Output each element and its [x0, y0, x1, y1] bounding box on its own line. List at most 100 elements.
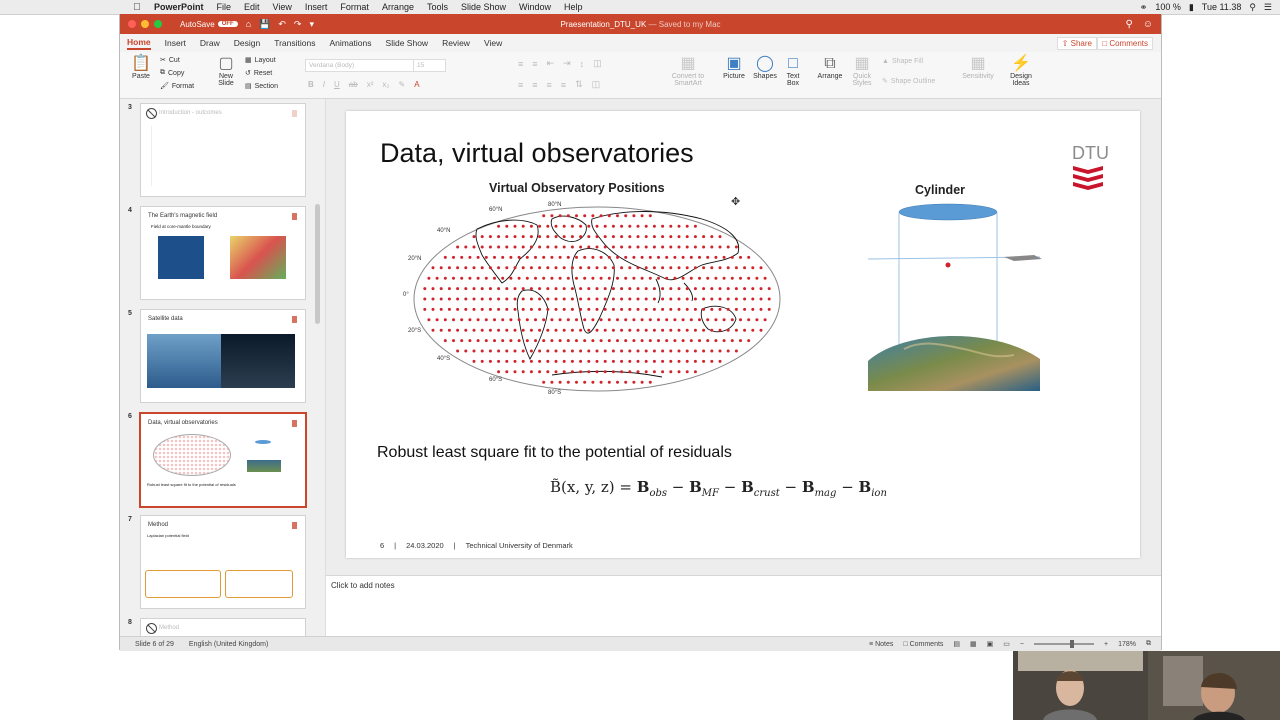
quick-styles-button[interactable]: ▦ Quick Styles [848, 55, 876, 87]
fit-to-window-icon[interactable]: ⧉ [1146, 640, 1151, 648]
justify-icon[interactable]: ≡ [561, 80, 566, 90]
tab-slide-show[interactable]: Slide Show [386, 38, 429, 48]
menu-edit[interactable]: Edit [244, 2, 260, 12]
slide-sorter-icon[interactable]: ▦ [970, 640, 977, 648]
home-icon[interactable]: ⌂ [246, 19, 251, 29]
text-direction-icon[interactable]: ⇅ [575, 79, 583, 90]
spotlight-search-icon[interactable]: ⚲ [1249, 2, 1256, 13]
slide-title[interactable]: Data, virtual observatories [380, 138, 694, 169]
copy-button[interactable]: ⧉ Copy [160, 69, 184, 77]
zoom-slider[interactable] [1034, 640, 1094, 648]
align-text-icon[interactable]: ◫ [592, 79, 601, 90]
align-center-icon[interactable]: ≡ [532, 80, 537, 90]
italic-icon[interactable]: I [323, 80, 325, 89]
superscript-icon[interactable]: x² [367, 80, 374, 89]
undo-icon[interactable]: ↶ [278, 19, 286, 30]
numbering-icon[interactable]: ≡ [532, 59, 537, 69]
menu-help[interactable]: Help [564, 2, 583, 12]
decrease-indent-icon[interactable]: ⇤ [547, 58, 555, 69]
tab-insert[interactable]: Insert [165, 38, 186, 48]
virtual-observatory-map[interactable]: 60°N 40°N 20°N 0° 20°S 40°S 60°S 80°N 80… [402, 199, 842, 409]
apple-icon[interactable]:  [130, 2, 144, 13]
textbox-button[interactable]: □ Text Box [781, 55, 805, 87]
tab-view[interactable]: View [484, 38, 502, 48]
notes-toggle[interactable]: ≡ Notes [869, 641, 893, 648]
paste-button[interactable]: 📋 Paste [128, 55, 154, 80]
tab-draw[interactable]: Draw [200, 38, 220, 48]
format-painter-button[interactable]: 🖌 Format [160, 82, 194, 91]
font-name-field[interactable]: Verdana (Body) [305, 59, 414, 72]
align-left-icon[interactable]: ≡ [518, 80, 523, 90]
menu-slide-show[interactable]: Slide Show [461, 2, 506, 12]
save-icon[interactable]: 💾 [259, 19, 270, 30]
tab-animations[interactable]: Animations [329, 38, 371, 48]
tab-home[interactable]: Home [127, 37, 151, 50]
menu-tools[interactable]: Tools [427, 2, 448, 12]
zoom-in-icon[interactable]: + [1104, 641, 1108, 648]
zoom-level[interactable]: 178% [1118, 641, 1136, 648]
thumbnail-scrollbar[interactable] [315, 204, 320, 324]
convert-smartart-button[interactable]: ▦ Convert to SmartArt [668, 55, 708, 87]
reset-button[interactable]: ↺ Reset [245, 69, 272, 78]
slide-thumbnail-3[interactable]: x Introduction - outcomes [140, 103, 306, 197]
cut-button[interactable]: ✂ Cut [160, 56, 180, 65]
align-right-icon[interactable]: ≡ [547, 80, 552, 90]
control-center-icon[interactable]: ☰ [1264, 2, 1272, 13]
slideshow-view-icon[interactable]: ▭ [1003, 640, 1010, 648]
slide-thumbnail-6[interactable]: Data, virtual observatories Robust least… [139, 412, 307, 508]
slide-thumbnail-4[interactable]: The Earth's magnetic field Field at core… [140, 206, 306, 300]
bold-icon[interactable]: B [308, 80, 314, 89]
comments-toggle[interactable]: □ Comments [903, 641, 943, 648]
menu-app-name[interactable]: PowerPoint [154, 2, 204, 12]
columns-icon[interactable]: ◫ [593, 58, 602, 69]
clock[interactable]: Tue 11.38 [1202, 2, 1242, 12]
picture-button[interactable]: ▣ Picture [720, 55, 748, 80]
battery-icon[interactable]: ▮ [1189, 2, 1194, 13]
battery-percent[interactable]: 100 % [1155, 2, 1181, 12]
menu-arrange[interactable]: Arrange [382, 2, 414, 12]
zoom-out-icon[interactable]: − [1020, 641, 1024, 648]
tab-design[interactable]: Design [234, 38, 260, 48]
layout-button[interactable]: ▦ Layout [245, 56, 276, 65]
menu-view[interactable]: View [273, 2, 292, 12]
shape-fill-button[interactable]: ▲ Shape Fill [882, 58, 923, 65]
menu-window[interactable]: Window [519, 2, 551, 12]
section-button[interactable]: ▤ Section [245, 82, 278, 91]
tab-transitions[interactable]: Transitions [274, 38, 315, 48]
slide-thumbnail-7[interactable]: Method Laplacian potential field [140, 515, 306, 609]
minimize-window-button[interactable] [141, 20, 149, 28]
sensitivity-button[interactable]: ▦ Sensitivity [958, 55, 998, 80]
comments-button[interactable]: □ Comments [1097, 37, 1153, 50]
menu-file[interactable]: File [217, 2, 232, 12]
close-window-button[interactable] [128, 20, 136, 28]
zoom-window-button[interactable] [154, 20, 162, 28]
redo-icon[interactable]: ↷ [294, 19, 302, 30]
slide-canvas[interactable]: Data, virtual observatories DTU Virtual … [346, 111, 1140, 558]
autosave-toggle[interactable]: AutoSave OFF [180, 20, 238, 29]
underline-icon[interactable]: U [334, 80, 340, 89]
menu-format[interactable]: Format [340, 2, 369, 12]
customize-toolbar-icon[interactable]: ▾ [309, 19, 314, 30]
new-slide-button[interactable]: ▢ New Slide [212, 55, 240, 87]
tab-review[interactable]: Review [442, 38, 470, 48]
bullets-icon[interactable]: ≡ [518, 59, 523, 69]
cylinder-diagram[interactable] [864, 199, 1054, 399]
design-ideas-button[interactable]: ⚡ Design Ideas [1006, 55, 1036, 87]
slide-thumbnail-5[interactable]: Satellite data [140, 309, 306, 403]
feedback-icon[interactable]: ☺ [1143, 19, 1153, 30]
language-indicator[interactable]: English (United Kingdom) [189, 641, 268, 648]
shapes-button[interactable]: ◯ Shapes [751, 55, 779, 80]
menu-insert[interactable]: Insert [305, 2, 328, 12]
font-color-icon[interactable]: A [414, 80, 419, 89]
strikethrough-icon[interactable]: ab [349, 80, 358, 89]
share-button[interactable]: ⇧ Share [1056, 37, 1097, 50]
subscript-icon[interactable]: x₂ [382, 80, 389, 89]
line-spacing-icon[interactable]: ↕ [580, 59, 585, 69]
normal-view-icon[interactable]: ▤ [953, 640, 960, 648]
search-icon[interactable]: ⚲ [1125, 19, 1132, 30]
increase-indent-icon[interactable]: ⇥ [563, 58, 571, 69]
shape-outline-button[interactable]: ✎ Shape Outline [882, 77, 935, 86]
wifi-icon[interactable]: ⚭ [1140, 2, 1148, 13]
highlight-icon[interactable]: ✎ [398, 80, 405, 89]
arrange-button[interactable]: ⧉ Arrange [815, 55, 845, 80]
